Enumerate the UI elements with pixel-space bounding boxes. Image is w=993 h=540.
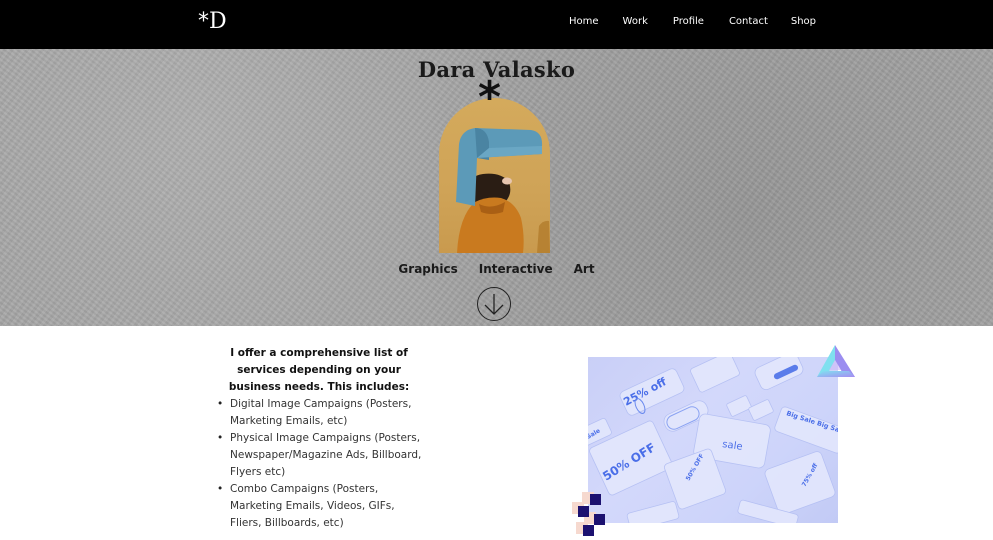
- hero-asterisk: *: [478, 72, 502, 123]
- site-logo[interactable]: *D: [198, 9, 227, 34]
- service-item: Digital Image Campaigns (Posters, Market…: [214, 396, 424, 430]
- hero-section: Dara Valasko * Graphics Interactive Art: [0, 49, 993, 326]
- service-item: Combo Campaigns (Posters, Marketing Emai…: [214, 481, 424, 532]
- pixel-blocks-decoration-icon: [572, 492, 605, 536]
- nav-profile[interactable]: Profile: [673, 16, 704, 27]
- scroll-down-button[interactable]: [477, 287, 511, 321]
- logo-asterisk: *: [198, 9, 209, 34]
- nav-shop[interactable]: Shop: [791, 16, 816, 27]
- promo-image: 25% off sale 50% OFF 50% OFF Big Sale Bi…: [588, 357, 838, 523]
- service-item: Physical Image Campaigns (Posters, Newsp…: [214, 430, 424, 481]
- logo-letter: D: [209, 9, 227, 34]
- services-section: I offer a comprehensive list of services…: [214, 345, 424, 532]
- arrow-down-icon: [484, 294, 504, 315]
- category-art[interactable]: Art: [574, 262, 595, 276]
- site-header: *D Home Work Profile Contact Shop: [0, 0, 993, 49]
- services-intro: I offer a comprehensive list of services…: [228, 347, 410, 393]
- category-links: Graphics Interactive Art: [0, 262, 993, 276]
- nav-home[interactable]: Home: [569, 16, 599, 27]
- category-graphics[interactable]: Graphics: [398, 262, 457, 276]
- nav-contact[interactable]: Contact: [729, 16, 768, 27]
- main-nav: Home Work Profile Contact Shop: [569, 16, 839, 27]
- triangle-decoration-icon: [817, 345, 855, 377]
- services-list: Digital Image Campaigns (Posters, Market…: [214, 396, 424, 532]
- category-interactive[interactable]: Interactive: [479, 262, 553, 276]
- nav-work[interactable]: Work: [623, 16, 648, 27]
- promo-illustration: 25% off sale 50% OFF 50% OFF Big Sale Bi…: [588, 357, 838, 523]
